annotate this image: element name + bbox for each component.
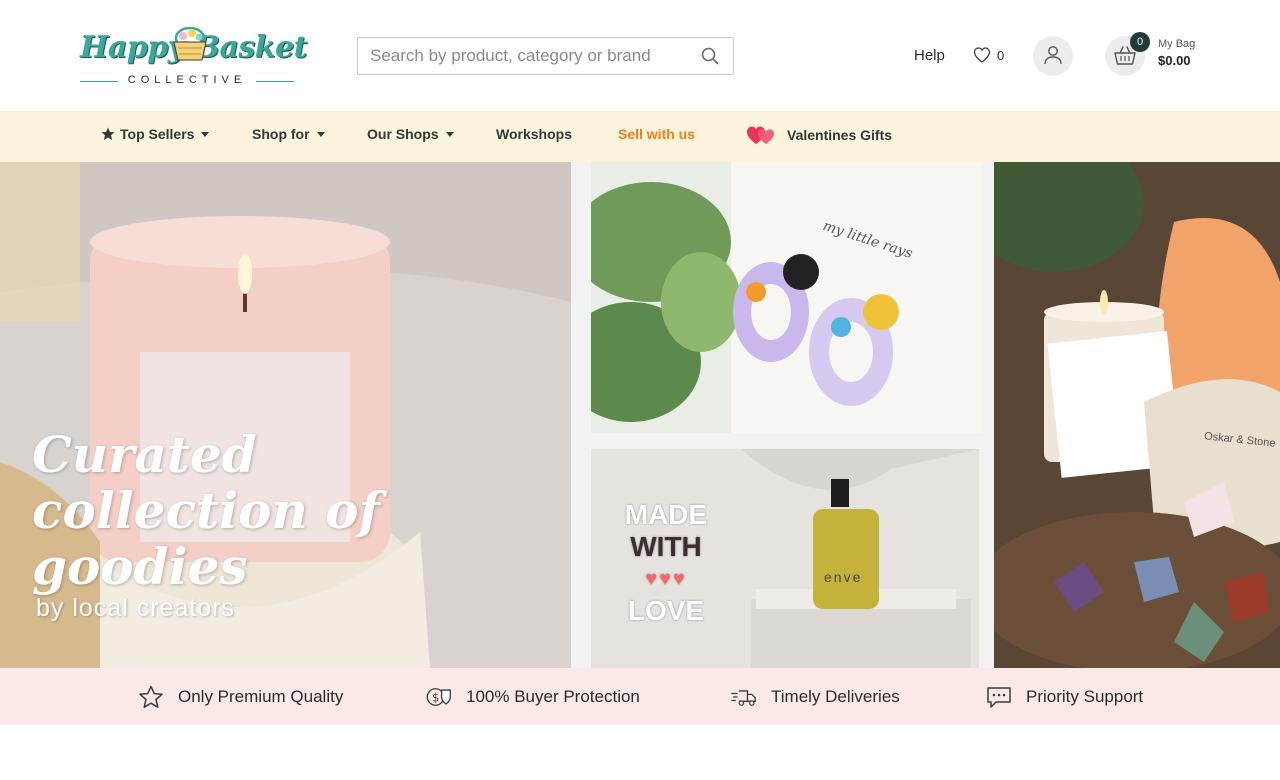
truck-icon (731, 690, 756, 706)
chevron-down-icon (316, 132, 325, 137)
wishlist-count: 0 (997, 47, 1005, 63)
account-button[interactable] (1033, 36, 1073, 76)
feature-timely-deliveries: Timely Deliveries (731, 685, 900, 709)
nav-our-shops-label: Our Shops (367, 126, 439, 142)
site-header: Happy Basket COLLECTIVE Help 0 (0, 0, 1280, 111)
feature-premium-quality: Only Premium Quality (138, 685, 343, 709)
chevron-down-icon (445, 132, 454, 137)
nav-top-sellers[interactable]: Top Sellers (101, 126, 210, 142)
search-bar (357, 37, 734, 75)
nav-top-sellers-label: Top Sellers (120, 126, 195, 142)
nav-sell-with-us[interactable]: Sell with us (618, 126, 695, 142)
nav-shop-for[interactable]: Shop for (252, 126, 325, 142)
badge-line-with: WITH (630, 531, 702, 562)
money-shield-icon: $ (426, 688, 451, 706)
logo-subtitle: COLLECTIVE (127, 74, 247, 86)
logo-divider-right (256, 81, 294, 82)
feature-timely-deliveries-label: Timely Deliveries (771, 687, 900, 706)
nav-valentines-gifts[interactable]: Valentines Gifts (746, 124, 892, 146)
nav-our-shops[interactable]: Our Shops (367, 126, 454, 142)
feature-priority-support: Priority Support (986, 685, 1143, 709)
hero-crystal-image: Oskar & Stone (994, 162, 1280, 668)
wishlist-button[interactable]: 0 (973, 47, 1004, 63)
site-logo[interactable]: Happy Basket COLLECTIVE (80, 14, 310, 94)
badge-line-love: LOVE (627, 595, 705, 626)
heart-icon (973, 47, 991, 63)
hero-banner[interactable]: Curated collection of goodies by local c… (0, 162, 1280, 668)
cart-count-badge: 0 (1130, 32, 1150, 52)
cart-label: My Bag (1158, 38, 1196, 50)
search-input[interactable] (358, 38, 688, 74)
badge-hearts: ♥♥♥ (645, 568, 687, 590)
nav-sell-with-us-label: Sell with us (618, 126, 696, 142)
crystal-illustration (994, 162, 1280, 668)
logo-basket-icon (173, 26, 207, 61)
help-link[interactable]: Help (914, 47, 945, 64)
chevron-down-icon (201, 132, 210, 137)
nav-valentines-gifts-label: Valentines Gifts (787, 127, 893, 143)
user-icon (1044, 46, 1062, 65)
oil-bottle-text: enve (824, 569, 863, 585)
search-icon[interactable] (701, 47, 719, 65)
nav-workshops[interactable]: Workshops (496, 126, 572, 142)
nav-shop-for-label: Shop for (252, 126, 310, 142)
hero-candle-image: Curated collection of goodies by local c… (0, 162, 571, 668)
hero-oil-image: MADE WITH ♥♥♥ LOVE enve (591, 449, 979, 668)
earring-illustration (591, 162, 982, 433)
cart-total: $0.00 (1158, 53, 1191, 68)
feature-buyer-protection-label: 100% Buyer Protection (466, 687, 640, 706)
feature-priority-support-label: Priority Support (1026, 687, 1144, 706)
chat-icon (987, 687, 1011, 708)
hearts-icon (747, 126, 774, 144)
main-nav: Top Sellers Shop for Our Shops Workshops… (0, 111, 1280, 162)
cart-button[interactable]: 0 (1105, 32, 1150, 76)
svg-text:$: $ (432, 691, 439, 704)
feature-premium-quality-label: Only Premium Quality (178, 687, 344, 706)
hero-earring-image: my little rays (591, 162, 982, 433)
star-icon (101, 127, 115, 140)
cart-summary[interactable]: My Bag $0.00 (1158, 38, 1195, 68)
nav-workshops-label: Workshops (496, 126, 572, 142)
features-bar: Only Premium Quality $ 100% Buyer Protec… (0, 668, 1280, 725)
hero-title: Curated collection of goodies (32, 425, 381, 596)
star-outline-icon (139, 685, 163, 708)
badge-line-made: MADE (624, 499, 708, 530)
feature-buyer-protection: $ 100% Buyer Protection (426, 685, 640, 709)
made-with-love-badge: MADE WITH ♥♥♥ LOVE (611, 499, 721, 627)
hero-subtitle: by local creators (36, 594, 236, 622)
